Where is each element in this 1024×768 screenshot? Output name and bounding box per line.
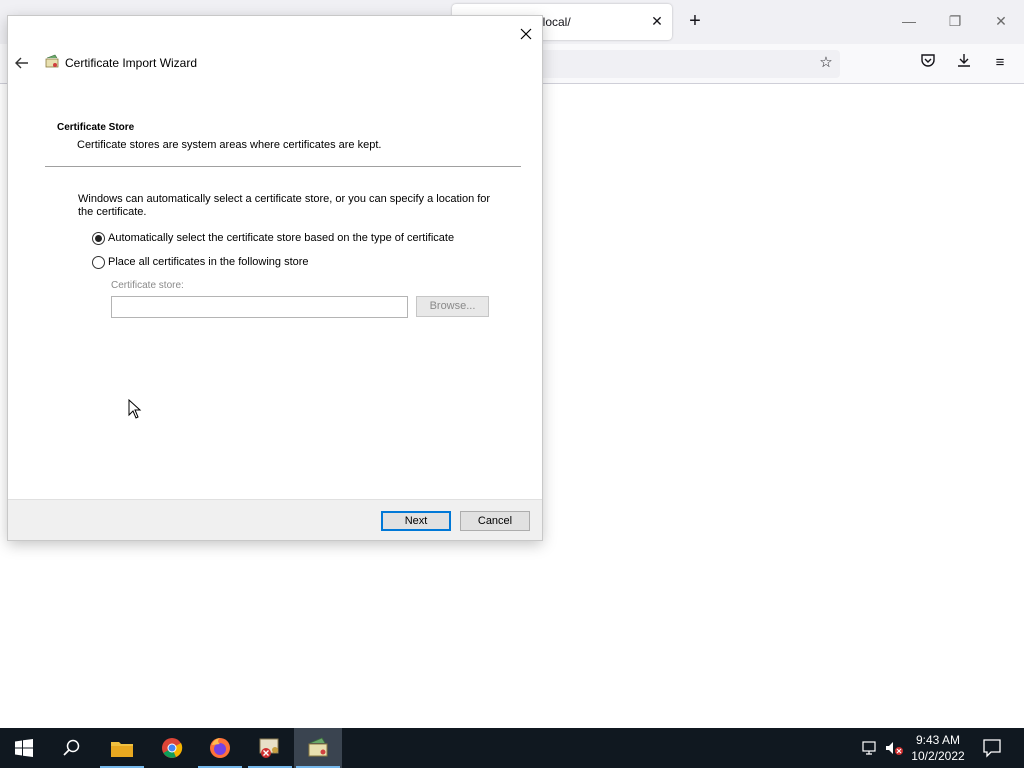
certificate-icon — [45, 54, 59, 68]
cancel-button[interactable]: Cancel — [460, 511, 530, 531]
menu-icon[interactable]: ≡ — [989, 52, 1011, 74]
chrome-icon[interactable] — [148, 728, 196, 768]
browse-button[interactable]: Browse... — [416, 296, 489, 317]
divider — [45, 166, 521, 167]
clock-date: 10/2/2022 — [911, 749, 965, 763]
mouse-cursor-icon — [128, 399, 142, 419]
certificate-wizard-icon[interactable] — [294, 728, 342, 768]
radio-button[interactable] — [92, 255, 105, 269]
search-icon[interactable] — [48, 728, 96, 768]
pocket-icon[interactable] — [917, 52, 939, 74]
downloads-icon[interactable] — [953, 52, 975, 74]
start-icon[interactable] — [0, 728, 48, 768]
restore-icon[interactable]: ❐ — [944, 10, 966, 32]
certificate-import-wizard-dialog: Certificate Import Wizard Certificate St… — [8, 16, 542, 540]
taskbar: 9:43 AM 10/2/2022 — [0, 728, 1024, 768]
section-heading: Certificate Store — [57, 122, 135, 133]
next-button[interactable]: Next — [381, 511, 451, 531]
network-icon[interactable] — [860, 738, 880, 758]
notification-center-icon[interactable] — [980, 736, 1004, 760]
tab-close-icon[interactable]: ✕ — [648, 12, 666, 30]
certificate-error-icon[interactable] — [246, 728, 294, 768]
firefox-icon[interactable] — [196, 728, 244, 768]
dialog-close-icon[interactable] — [516, 24, 536, 44]
section-description: Certificate stores are system areas wher… — [77, 139, 382, 151]
certificate-store-label: Certificate store: — [111, 280, 184, 291]
radio-auto-select[interactable]: Automatically select the certificate sto… — [92, 230, 454, 246]
radio-label: Automatically select the certificate sto… — [108, 232, 455, 244]
radio-place-in-store[interactable]: Place all certificates in the following … — [92, 254, 309, 270]
bookmark-star-icon[interactable]: ☆ — [815, 52, 837, 74]
radio-button-checked[interactable] — [92, 231, 105, 245]
instruction-text: Windows can automatically select a certi… — [78, 193, 491, 218]
certificate-store-input[interactable] — [111, 296, 408, 318]
window-close-icon[interactable]: ✕ — [990, 10, 1012, 32]
back-arrow-icon[interactable] — [12, 54, 32, 72]
file-explorer-icon[interactable] — [98, 728, 146, 768]
new-tab-icon[interactable]: + — [684, 10, 706, 32]
radio-label: Place all certificates in the following … — [108, 256, 309, 268]
dialog-title: Certificate Import Wizard — [65, 56, 198, 70]
system-clock[interactable]: 9:43 AM 10/2/2022 — [900, 732, 976, 764]
minimize-icon[interactable]: — — [898, 10, 920, 32]
clock-time: 9:43 AM — [915, 733, 961, 747]
dialog-footer: Next Cancel — [8, 499, 542, 540]
